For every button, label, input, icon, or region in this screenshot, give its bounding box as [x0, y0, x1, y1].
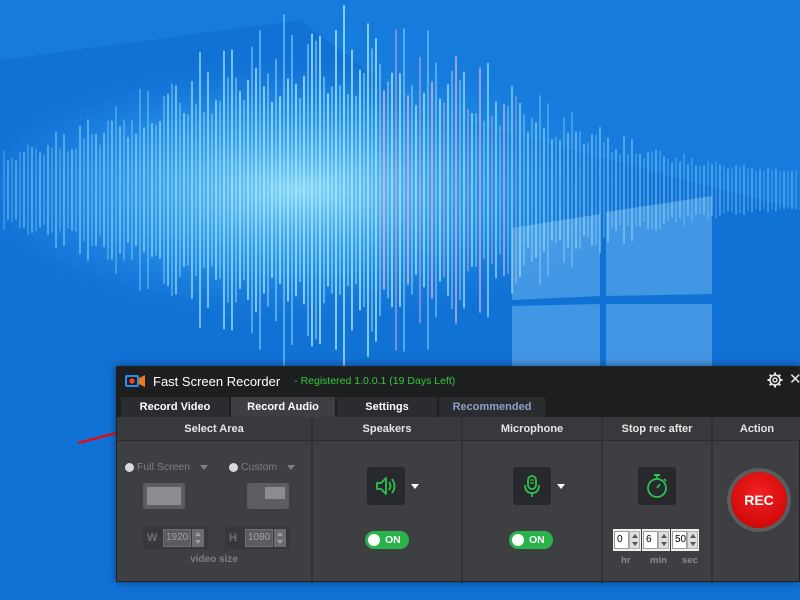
hours-field: 0 [613, 529, 641, 551]
close-icon[interactable]: ✕ [789, 371, 800, 389]
height-label: H [229, 532, 237, 544]
full-screen-label: Full Screen [137, 461, 191, 473]
app-title: Fast Screen Recorder [153, 373, 281, 389]
microphone-header: Microphone [463, 417, 601, 441]
rec-button[interactable]: REC [731, 472, 787, 528]
custom-radio[interactable] [229, 462, 238, 472]
chevron-down-icon[interactable] [411, 484, 419, 489]
min-label: min [650, 555, 667, 566]
full-screen-radio[interactable] [125, 462, 134, 472]
microphone-toggle-label: ON [529, 534, 545, 546]
record-audio-panel: Select Area Full Screen Custom W 1920 H … [117, 417, 800, 583]
height-input[interactable]: 1080 [245, 529, 273, 547]
width-label: W [147, 532, 158, 544]
tab-bar: Record Video Record Audio Settings Recom… [117, 395, 799, 417]
custom-option[interactable]: Custom [229, 461, 296, 473]
select-area-section: Select Area Full Screen Custom W 1920 H … [117, 417, 311, 583]
toggle-knob [368, 534, 380, 546]
hr-label: hr [621, 555, 631, 566]
custom-area-icon [247, 483, 289, 509]
gear-icon[interactable] [767, 372, 783, 388]
speaker-button[interactable] [367, 467, 405, 505]
chevron-down-icon[interactable] [200, 464, 209, 470]
seconds-spinner[interactable] [687, 531, 698, 549]
stop-rec-after-section: Stop rec after 0 6 50 hr min sec [603, 417, 711, 583]
chevron-down-icon[interactable] [287, 464, 296, 470]
speakers-section: Speakers ON [313, 417, 461, 583]
sec-label: sec [682, 555, 698, 566]
action-section: Action REC [713, 417, 800, 583]
custom-label: Custom [241, 461, 278, 473]
width-input[interactable]: 1920 [163, 529, 191, 547]
minutes-field: 6 [642, 529, 670, 551]
chevron-down-icon[interactable] [557, 484, 565, 489]
speakers-header: Speakers [313, 417, 461, 441]
action-header: Action [713, 417, 800, 441]
tab-settings[interactable]: Settings [337, 397, 437, 417]
width-spinner[interactable] [192, 529, 204, 547]
video-size-label: video size [190, 554, 238, 565]
hours-spinner[interactable] [629, 531, 640, 549]
tab-record-audio[interactable]: Record Audio [231, 397, 335, 417]
minutes-spinner[interactable] [658, 531, 669, 549]
seconds-field: 50 [671, 529, 699, 551]
registration-status: - Registered 1.0.0.1 (19 Days Left) [294, 375, 456, 387]
full-screen-option[interactable]: Full Screen [125, 461, 209, 473]
microphone-icon [524, 475, 540, 497]
stop-timer-inputs: 0 6 50 [613, 529, 700, 551]
tab-record-video[interactable]: Record Video [121, 397, 229, 417]
app-window: Fast Screen Recorder - Registered 1.0.0.… [116, 366, 800, 583]
microphone-toggle[interactable]: ON [509, 531, 553, 549]
camera-logo-icon [125, 375, 145, 387]
width-field: W 1920 [143, 527, 208, 549]
seconds-input[interactable]: 50 [672, 531, 687, 549]
height-spinner[interactable] [274, 529, 286, 547]
hours-input[interactable]: 0 [614, 531, 629, 549]
stop-rec-after-header: Stop rec after [603, 417, 711, 441]
select-area-header: Select Area [117, 417, 311, 441]
speakers-toggle-label: ON [385, 534, 401, 546]
title-bar[interactable]: Fast Screen Recorder - Registered 1.0.0.… [117, 367, 800, 395]
speaker-icon [376, 477, 396, 495]
full-screen-area-icon [143, 483, 185, 509]
speakers-toggle[interactable]: ON [365, 531, 409, 549]
tab-recommended[interactable]: Recommended [439, 397, 545, 417]
height-field: H 1080 [225, 527, 290, 549]
stopwatch-icon [647, 474, 667, 498]
microphone-button[interactable] [513, 467, 551, 505]
microphone-section: Microphone ON [463, 417, 601, 583]
minutes-input[interactable]: 6 [643, 531, 658, 549]
stopwatch-button[interactable] [638, 467, 676, 505]
toggle-knob [512, 534, 524, 546]
